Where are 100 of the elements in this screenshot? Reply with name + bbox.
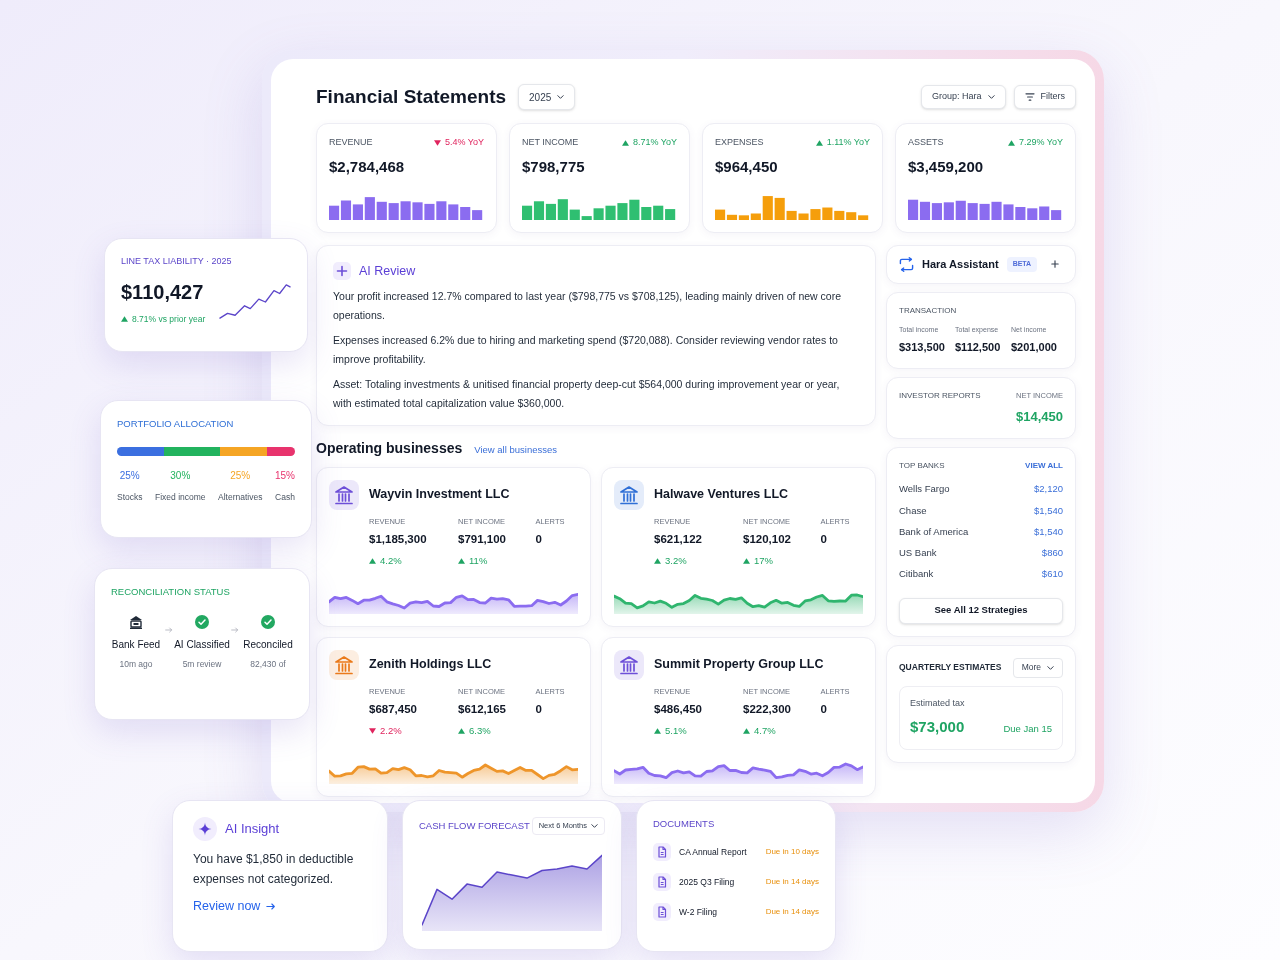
- allocation-percent: 25%: [230, 469, 251, 484]
- change-text: 8.71% YoY: [632, 136, 677, 149]
- metric-value: 0: [535, 532, 543, 547]
- stat-label: REVENUE: [329, 136, 373, 149]
- step-detail: 82,430 of: [250, 658, 286, 671]
- plus-icon: [1051, 260, 1059, 269]
- section-title: AI Review: [359, 263, 416, 280]
- document-name[interactable]: CA Annual Report: [679, 845, 747, 859]
- sync-icon: [899, 256, 914, 272]
- document-icon: [653, 903, 671, 922]
- plus-icon: [333, 262, 351, 281]
- view-all-link[interactable]: View all businesses: [474, 442, 557, 457]
- group-dropdown[interactable]: Group: Hara: [920, 85, 1006, 109]
- view-all-link[interactable]: VIEW ALL: [1025, 460, 1063, 473]
- chevron-down-icon: [557, 95, 565, 99]
- change-text: 3.2%: [665, 554, 687, 569]
- bank-name: US Bank: [899, 546, 937, 560]
- stat-value: $2,784,468: [329, 156, 406, 177]
- bank-amount: $1,540: [1033, 503, 1063, 518]
- insight-text: You have $1,850 in deductible expenses not categorized.: [193, 851, 355, 888]
- due-date: Due in 10 days: [765, 846, 819, 859]
- allocation-label: Stocks: [117, 491, 143, 504]
- assistant-title: Hara Assistant: [922, 257, 999, 272]
- document-icon: [653, 843, 671, 862]
- see-all-button[interactable]: See All 12 Strategies: [899, 597, 1063, 624]
- filters-button[interactable]: Filters: [1013, 85, 1076, 109]
- stat-label: NET INCOME: [522, 136, 579, 149]
- card-title: TOP BANKS: [899, 460, 945, 473]
- stat-value: $3,459,200: [908, 156, 985, 177]
- change-text: 4.7%: [754, 724, 776, 739]
- document-name[interactable]: 2025 Q3 Filing: [679, 875, 735, 889]
- change-text: 8.71% vs prior year: [132, 312, 206, 326]
- document-name[interactable]: W-2 Filing: [679, 905, 718, 919]
- metric-value: $1,185,300: [369, 532, 428, 547]
- allocation-percent: 30%: [170, 469, 191, 484]
- metric-value: $222,300: [743, 702, 792, 717]
- due-date: Due Jan 15: [1003, 722, 1052, 736]
- card-title: DOCUMENTS: [653, 817, 716, 831]
- bank-name: Wells Fargo: [899, 482, 950, 497]
- change-text: 1.11% YoY: [826, 136, 870, 149]
- bank-amount: $860: [1041, 546, 1063, 560]
- filter-icon: [1024, 93, 1035, 101]
- business-name: Halwave Ventures LLC: [654, 486, 789, 504]
- estimate-label: Estimated tax: [910, 696, 966, 710]
- step-detail: 10m ago: [119, 658, 153, 671]
- more-dropdown[interactable]: More: [1012, 657, 1063, 678]
- chevron-down-icon: [1047, 665, 1054, 670]
- change-text: 5.1%: [665, 724, 687, 739]
- bank-icon: [614, 649, 644, 680]
- card-title: RECONCILIATION STATUS: [110, 585, 231, 599]
- document-icon: [653, 873, 671, 892]
- card-title: LINE TAX LIABILITY · 2025: [121, 255, 233, 268]
- section-title: Operating businesses: [316, 438, 463, 458]
- bank-amount: $1,540: [1033, 524, 1063, 539]
- change-text: 6.3%: [469, 724, 491, 739]
- due-date: Due in 14 days: [765, 906, 819, 919]
- year-dropdown[interactable]: 2025: [518, 84, 576, 110]
- card-title: AI Insight: [225, 820, 280, 839]
- allocation-label: Cash: [275, 491, 295, 504]
- change-text: 5.4% YoY: [444, 136, 484, 149]
- stat-value: $964,450: [715, 156, 779, 177]
- business-name: Wayvin Investment LLC: [369, 486, 510, 504]
- arrow-right-icon: [165, 627, 173, 634]
- review-link[interactable]: Review now: [193, 897, 277, 916]
- bank-name: Bank of America: [899, 524, 969, 539]
- card-title: INVESTOR REPORTS: [899, 389, 981, 402]
- metric-value: $791,100: [458, 532, 507, 547]
- card-title: QUARTERLY ESTIMATES: [899, 661, 1002, 674]
- chevron-down-icon: [987, 95, 995, 99]
- change-text: 2.2%: [380, 724, 402, 739]
- page-title: Financial Statements: [316, 84, 507, 109]
- metric-value: 0: [820, 702, 828, 717]
- review-paragraph: Your profit increased 12.7% compared to last year ($798,775 vs $708,125), leading mainly driven of new core operations.: [333, 288, 842, 323]
- bank-amount: $610: [1041, 567, 1063, 582]
- chevron-down-icon: [591, 824, 598, 828]
- change-text: 7.29% YoY: [1018, 136, 1063, 149]
- stat-value: $798,775: [522, 156, 586, 177]
- allocation-label: Fixed income: [155, 491, 206, 504]
- metric-value: $120,102: [743, 532, 792, 547]
- trend-line-chart: [219, 283, 291, 322]
- allocation-label: Alternatives: [218, 491, 263, 504]
- card-title: TRANSACTION: [899, 304, 958, 317]
- metric-value: 0: [535, 702, 543, 717]
- estimate-value: $73,000: [910, 717, 965, 737]
- bank-name: Citibank: [899, 567, 934, 582]
- metric-value: $687,450: [369, 702, 418, 717]
- bank-icon: [614, 479, 644, 510]
- liability-value: $110,427: [121, 279, 205, 305]
- business-name: Summit Property Group LLC: [654, 656, 824, 674]
- step-detail: 5m review: [182, 658, 222, 671]
- allocation-percent: 15%: [274, 469, 295, 484]
- bank-icon: [329, 479, 359, 510]
- sparkle-icon: [193, 817, 217, 841]
- step-label: Reconciled: [243, 638, 293, 653]
- bank-amount: $2,120: [1033, 482, 1063, 497]
- change-text: 11%: [469, 554, 488, 569]
- net-income-value: $14,450: [1016, 407, 1063, 426]
- review-paragraph: Asset: Totaling investments & unitised financial property deep-cut $564,000 during improvement year or year, with estimated total capitalization value $360,000.: [333, 376, 841, 411]
- change-text: 4.2%: [380, 554, 402, 569]
- step-label: AI Classified: [174, 638, 230, 653]
